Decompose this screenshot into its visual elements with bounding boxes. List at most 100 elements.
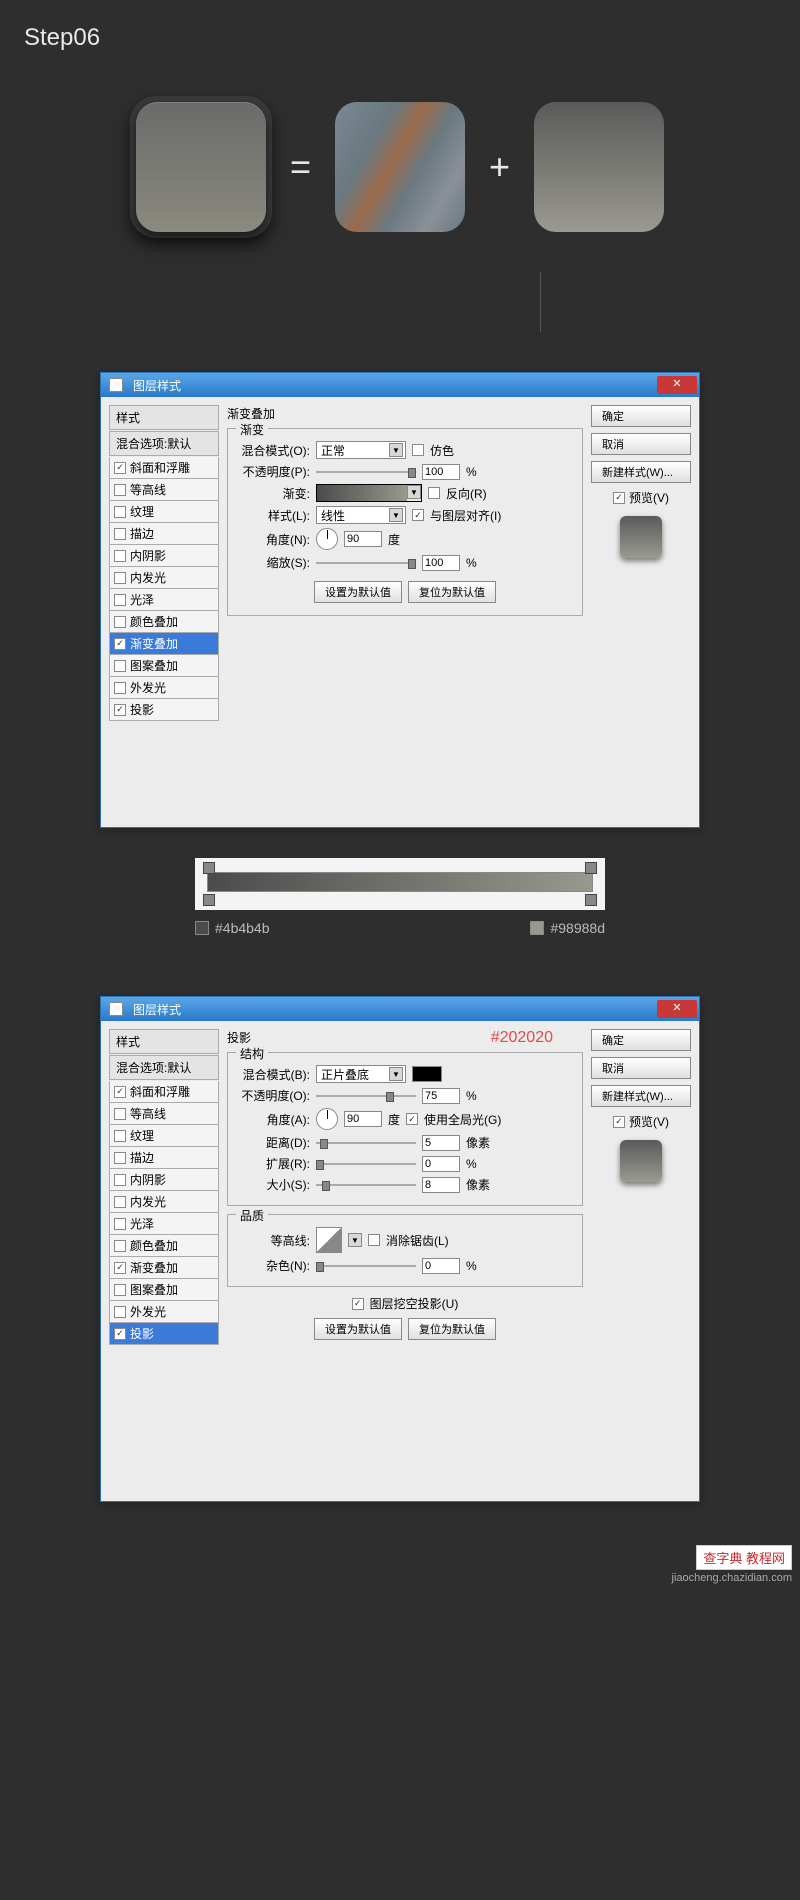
cancel-button[interactable]: 取消	[591, 433, 691, 455]
gradient-editor-bar[interactable]	[195, 858, 605, 910]
ok-button[interactable]: 确定	[591, 405, 691, 427]
sidebar-item[interactable]: ✓斜面和浮雕	[109, 457, 219, 479]
cancel-button[interactable]: 取消	[591, 1057, 691, 1079]
sidebar-item[interactable]: ✓投影	[109, 699, 219, 721]
distance-input[interactable]: 5	[422, 1135, 460, 1151]
style-checkbox[interactable]	[114, 1196, 126, 1208]
style-checkbox[interactable]	[114, 616, 126, 628]
sidebar-item[interactable]: 描边	[109, 1147, 219, 1169]
style-checkbox[interactable]	[114, 550, 126, 562]
preview-checkbox[interactable]: ✓	[613, 492, 625, 504]
blend-mode-select[interactable]: 正片叠底▼	[316, 1065, 406, 1083]
style-checkbox[interactable]	[114, 1284, 126, 1296]
sidebar-item[interactable]: 描边	[109, 523, 219, 545]
sidebar-item[interactable]: 内阴影	[109, 545, 219, 567]
titlebar[interactable]: 图层样式 ✕	[101, 997, 699, 1021]
sidebar-item[interactable]: 纹理	[109, 1125, 219, 1147]
reverse-checkbox[interactable]	[428, 487, 440, 499]
noise-slider[interactable]	[316, 1260, 416, 1272]
style-checkbox[interactable]	[114, 594, 126, 606]
style-checkbox[interactable]	[114, 1174, 126, 1186]
sidebar-item[interactable]: 颜色叠加	[109, 1235, 219, 1257]
style-checkbox[interactable]	[114, 1218, 126, 1230]
noise-input[interactable]: 0	[422, 1258, 460, 1274]
sidebar-item[interactable]: 等高线	[109, 479, 219, 501]
opacity-stop-left[interactable]	[203, 862, 215, 874]
reset-default-button[interactable]: 复位为默认值	[408, 581, 496, 603]
set-default-button[interactable]: 设置为默认值	[314, 1318, 402, 1340]
sidebar-item[interactable]: 内阴影	[109, 1169, 219, 1191]
size-input[interactable]: 8	[422, 1177, 460, 1193]
blend-mode-select[interactable]: 正常▼	[316, 441, 406, 459]
opacity-slider[interactable]	[316, 466, 416, 478]
sidebar-head-blend[interactable]: 混合选项:默认	[109, 431, 219, 456]
gradient-style-select[interactable]: 线性▼	[316, 506, 406, 524]
sidebar-item[interactable]: 图案叠加	[109, 655, 219, 677]
size-slider[interactable]	[316, 1179, 416, 1191]
color-stop-right[interactable]	[585, 894, 597, 906]
style-checkbox[interactable]	[114, 682, 126, 694]
sidebar-item[interactable]: ✓斜面和浮雕	[109, 1081, 219, 1103]
spread-input[interactable]: 0	[422, 1156, 460, 1172]
color-stop-left[interactable]	[203, 894, 215, 906]
ok-button[interactable]: 确定	[591, 1029, 691, 1051]
sidebar-item[interactable]: 光泽	[109, 1213, 219, 1235]
sidebar-item[interactable]: ✓渐变叠加	[109, 1257, 219, 1279]
close-button[interactable]: ✕	[657, 376, 697, 394]
shadow-color-picker[interactable]	[412, 1066, 442, 1082]
style-checkbox[interactable]: ✓	[114, 1262, 126, 1274]
sidebar-item[interactable]: 内发光	[109, 1191, 219, 1213]
dither-checkbox[interactable]	[412, 444, 424, 456]
style-checkbox[interactable]: ✓	[114, 1328, 126, 1340]
sidebar-item[interactable]: 颜色叠加	[109, 611, 219, 633]
style-checkbox[interactable]	[114, 1306, 126, 1318]
titlebar[interactable]: 图层样式 ✕	[101, 373, 699, 397]
distance-slider[interactable]	[316, 1137, 416, 1149]
opacity-input[interactable]: 100	[422, 464, 460, 480]
angle-input[interactable]: 90	[344, 531, 382, 547]
sidebar-item[interactable]: 光泽	[109, 589, 219, 611]
sidebar-head-styles[interactable]: 样式	[109, 1029, 219, 1054]
opacity-slider[interactable]	[316, 1090, 416, 1102]
style-checkbox[interactable]	[114, 506, 126, 518]
opacity-input[interactable]: 75	[422, 1088, 460, 1104]
set-default-button[interactable]: 设置为默认值	[314, 581, 402, 603]
close-button[interactable]: ✕	[657, 1000, 697, 1018]
scale-slider[interactable]	[316, 557, 416, 569]
angle-dial[interactable]	[316, 528, 338, 550]
new-style-button[interactable]: 新建样式(W)...	[591, 1085, 691, 1107]
new-style-button[interactable]: 新建样式(W)...	[591, 461, 691, 483]
style-checkbox[interactable]: ✓	[114, 462, 126, 474]
antialias-checkbox[interactable]	[368, 1234, 380, 1246]
style-checkbox[interactable]: ✓	[114, 1086, 126, 1098]
sidebar-item[interactable]: 等高线	[109, 1103, 219, 1125]
sidebar-head-styles[interactable]: 样式	[109, 405, 219, 430]
gradient-picker[interactable]: ▼	[316, 484, 422, 502]
sidebar-head-blend[interactable]: 混合选项:默认	[109, 1055, 219, 1080]
style-checkbox[interactable]	[114, 660, 126, 672]
angle-dial[interactable]	[316, 1108, 338, 1130]
global-light-checkbox[interactable]: ✓	[406, 1113, 418, 1125]
sidebar-item[interactable]: ✓渐变叠加	[109, 633, 219, 655]
sidebar-item[interactable]: 外发光	[109, 1301, 219, 1323]
style-checkbox[interactable]	[114, 1240, 126, 1252]
preview-checkbox[interactable]: ✓	[613, 1116, 625, 1128]
sidebar-item[interactable]: 内发光	[109, 567, 219, 589]
reset-default-button[interactable]: 复位为默认值	[408, 1318, 496, 1340]
style-checkbox[interactable]: ✓	[114, 704, 126, 716]
style-checkbox[interactable]: ✓	[114, 638, 126, 650]
style-checkbox[interactable]	[114, 484, 126, 496]
sidebar-item[interactable]: 外发光	[109, 677, 219, 699]
scale-input[interactable]: 100	[422, 555, 460, 571]
style-checkbox[interactable]	[114, 572, 126, 584]
style-checkbox[interactable]	[114, 1152, 126, 1164]
angle-input[interactable]: 90	[344, 1111, 382, 1127]
sidebar-item[interactable]: ✓投影	[109, 1323, 219, 1345]
contour-picker[interactable]	[316, 1227, 342, 1253]
style-checkbox[interactable]	[114, 1108, 126, 1120]
knockout-checkbox[interactable]: ✓	[352, 1298, 364, 1310]
sidebar-item[interactable]: 纹理	[109, 501, 219, 523]
style-checkbox[interactable]	[114, 528, 126, 540]
style-checkbox[interactable]	[114, 1130, 126, 1142]
spread-slider[interactable]	[316, 1158, 416, 1170]
